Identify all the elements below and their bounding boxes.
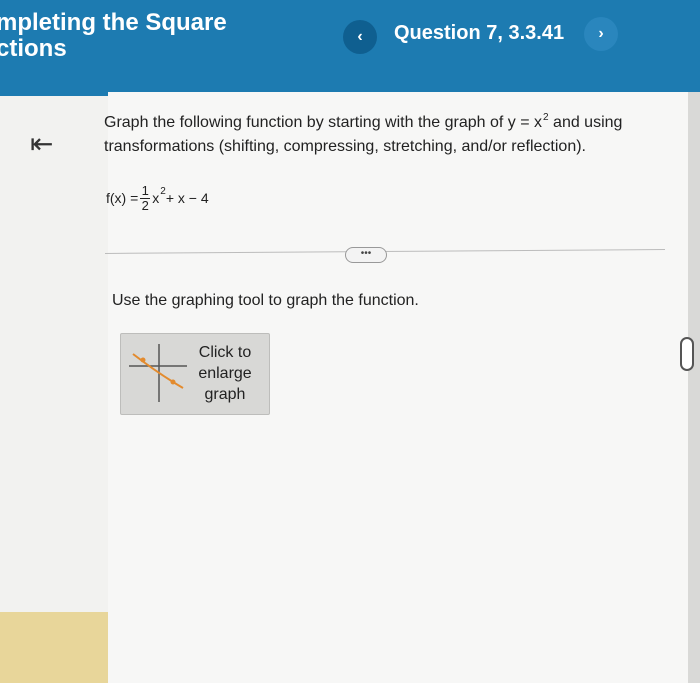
graph-thumbnail-icon [129, 344, 187, 402]
chevron-left-icon: ‹ [357, 28, 363, 45]
question-label: Question 7, 3.3.41 [394, 22, 565, 44]
page-title: mpleting the Square ctions [0, 10, 227, 62]
show-more-button[interactable]: ••• [345, 247, 387, 263]
title-line-1: mpleting the Square [0, 9, 227, 36]
title-line-2: ctions [0, 35, 67, 62]
collapse-panel-icon[interactable]: ⇤ [30, 130, 53, 158]
enlarge-graph-button[interactable]: Click to enlarge graph [120, 333, 270, 415]
question-prompt: Graph the following function by starting… [104, 112, 664, 158]
scroll-handle[interactable] [680, 337, 694, 371]
graph-instruction: Use the graphing tool to graph the funct… [112, 292, 419, 309]
chevron-right-icon: › [598, 25, 604, 42]
fraction: 1 2 [140, 182, 151, 213]
function-suffix: + x − 4 [165, 190, 209, 206]
graph-label-line-3: graph [204, 386, 246, 403]
function-exponent: 2 [160, 185, 166, 197]
next-question-button[interactable]: › [584, 17, 618, 51]
fraction-numerator: 1 [141, 182, 149, 198]
previous-question-button[interactable]: ‹ [343, 20, 377, 54]
graph-label-line-1: Click to [198, 344, 252, 361]
prompt-text-start: Graph the following function by starting… [104, 114, 543, 131]
prompt-exponent: 2 [543, 112, 549, 123]
function-prefix: f(x) = [106, 190, 139, 206]
graph-label-line-2: enlarge [198, 365, 252, 382]
top-bar: mpleting the Square ctions ‹ Question 7,… [0, 0, 700, 96]
left-sidebar [0, 96, 108, 683]
sidebar-footer-panel [0, 612, 108, 683]
enlarge-graph-label: Click to enlarge graph [191, 342, 259, 405]
fraction-denominator: 2 [141, 197, 149, 213]
right-panel-edge [688, 92, 700, 683]
function-variable: x [152, 190, 160, 206]
function-expression: f(x) = 1 2 x2 + x − 4 [106, 178, 209, 218]
